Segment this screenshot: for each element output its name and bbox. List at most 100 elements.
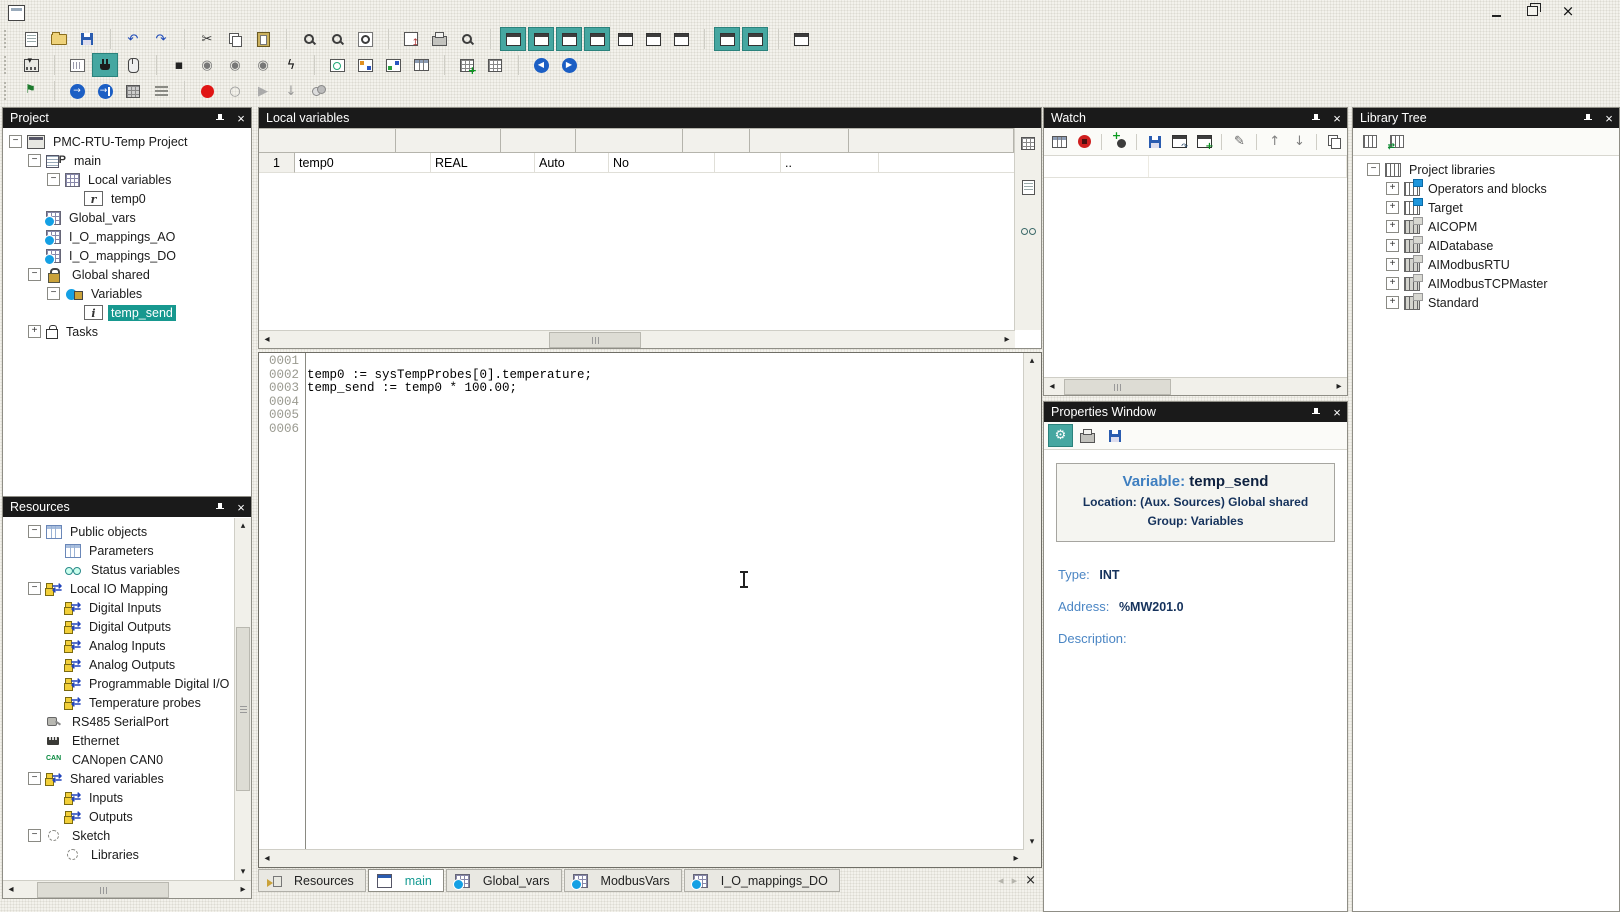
- board-setup-button[interactable]: [64, 53, 90, 77]
- tree-item[interactable]: Programmable Digital I/O: [3, 674, 235, 693]
- tree-item[interactable]: Libraries: [3, 845, 235, 864]
- tree-item[interactable]: Analog Outputs: [3, 655, 235, 674]
- toggle-config-window-button[interactable]: [640, 27, 666, 51]
- expander-icon[interactable]: −: [28, 268, 41, 281]
- tree-item[interactable]: + Operators and blocks: [1361, 179, 1619, 198]
- navigate-forward-button[interactable]: ▶: [556, 53, 582, 77]
- tree-item[interactable]: + AIModbusTCPMaster: [1361, 274, 1619, 293]
- edit-symbol-button[interactable]: ✎: [1228, 130, 1251, 153]
- watch-column-header[interactable]: [1149, 156, 1330, 177]
- tree-item[interactable]: CANopen CAN0: [3, 750, 235, 769]
- load-watch-list-button[interactable]: [1168, 130, 1191, 153]
- scroll-right-icon[interactable]: ▸: [235, 881, 251, 897]
- tree-item[interactable]: RS485 SerialPort: [3, 712, 235, 731]
- object-properties-button[interactable]: ⚙: [1048, 424, 1073, 447]
- tree-item[interactable]: − Project libraries: [1361, 160, 1619, 179]
- restore-window-button[interactable]: [1523, 2, 1541, 20]
- menu-item[interactable]: [115, 10, 135, 16]
- export-object-button[interactable]: [398, 27, 424, 51]
- find-in-project-button[interactable]: [352, 27, 378, 51]
- expander-icon[interactable]: +: [1386, 201, 1399, 214]
- tree-item[interactable]: temp_send: [3, 303, 251, 322]
- tree-item[interactable]: Status variables: [3, 560, 235, 579]
- find-button[interactable]: [296, 27, 322, 51]
- cold-restart-button[interactable]: ◉: [194, 53, 220, 77]
- description-cell[interactable]: [879, 153, 1015, 173]
- tree-item[interactable]: + AICOPM: [1361, 217, 1619, 236]
- tree-item[interactable]: − Local variables: [3, 170, 251, 189]
- expander-icon[interactable]: +: [1386, 296, 1399, 309]
- move-up-button[interactable]: ↑: [1263, 130, 1286, 153]
- grid-column-header[interactable]: [750, 128, 849, 153]
- tree-item[interactable]: − Shared variables: [3, 769, 235, 788]
- disable-watch-button[interactable]: [1073, 130, 1096, 153]
- menu-item[interactable]: [95, 10, 115, 16]
- watch-column-header[interactable]: [1330, 156, 1347, 177]
- tree-item[interactable]: temp0: [3, 189, 251, 208]
- device-table-button[interactable]: [408, 53, 434, 77]
- tree-item[interactable]: + Target: [1361, 198, 1619, 217]
- tab-scroll-right-icon[interactable]: ▸: [1012, 874, 1018, 887]
- download-code-button[interactable]: [18, 53, 44, 77]
- address-cell[interactable]: Auto: [535, 153, 609, 173]
- grid-column-header[interactable]: [396, 128, 501, 153]
- scroll-right-icon[interactable]: ▸: [999, 331, 1015, 347]
- tree-item[interactable]: − Global shared: [3, 265, 251, 284]
- expander-icon[interactable]: −: [47, 287, 60, 300]
- scroll-right-icon[interactable]: ▸: [1008, 850, 1024, 866]
- menu-item[interactable]: [135, 10, 155, 16]
- resources-horizontal-scrollbar[interactable]: ◂ ▸: [3, 880, 251, 898]
- scrollbar-thumb[interactable]: [37, 882, 169, 898]
- select-mode-button[interactable]: [120, 53, 146, 77]
- tree-item[interactable]: + AIModbusRTU: [1361, 255, 1619, 274]
- insert-record-button[interactable]: [454, 53, 480, 77]
- menu-item[interactable]: [175, 10, 195, 16]
- redo-button[interactable]: ↷: [148, 27, 174, 51]
- document-tab[interactable]: main: [368, 869, 444, 892]
- pin-icon[interactable]: [1584, 113, 1594, 124]
- connect-button[interactable]: [92, 53, 118, 77]
- expander-icon[interactable]: +: [1386, 258, 1399, 271]
- toggle-status-window-button[interactable]: [788, 27, 814, 51]
- copy-button[interactable]: [222, 27, 248, 51]
- close-icon[interactable]: [235, 500, 247, 515]
- tree-item[interactable]: I_O_mappings_DO: [3, 246, 251, 265]
- save-project-button[interactable]: [74, 27, 100, 51]
- grid-column-header[interactable]: [501, 128, 576, 153]
- save-watch-list-button[interactable]: [1143, 130, 1166, 153]
- open-project-button[interactable]: [46, 27, 72, 51]
- expander-icon[interactable]: −: [1367, 163, 1380, 176]
- watch-view-button[interactable]: [1016, 220, 1040, 242]
- tree-item[interactable]: − Public objects: [3, 522, 235, 541]
- tab-close-icon[interactable]: ×: [1025, 873, 1036, 888]
- expander-icon[interactable]: +: [1386, 182, 1399, 195]
- expander-icon[interactable]: −: [28, 829, 41, 842]
- tree-item[interactable]: Parameters: [3, 541, 235, 560]
- close-icon[interactable]: [1603, 111, 1615, 126]
- pin-icon[interactable]: [1312, 113, 1322, 124]
- toolbar-grip[interactable]: [4, 56, 11, 74]
- tree-item[interactable]: + Tasks: [3, 322, 251, 341]
- play-recording-button[interactable]: ▶: [250, 79, 276, 103]
- graphic-trigger-button[interactable]: [148, 79, 174, 103]
- tree-item[interactable]: + AIDatabase: [1361, 236, 1619, 255]
- type-cell[interactable]: REAL: [431, 153, 535, 173]
- toggle-project-window-button[interactable]: [500, 27, 526, 51]
- menu-item[interactable]: [215, 10, 235, 16]
- expander-icon[interactable]: +: [1386, 239, 1399, 252]
- live-debug-button[interactable]: →: [64, 79, 90, 103]
- expander-icon[interactable]: +: [1386, 277, 1399, 290]
- grid-horizontal-scrollbar[interactable]: ◂ ▸: [259, 330, 1015, 348]
- watch-column-header[interactable]: [1044, 156, 1149, 177]
- scroll-right-icon[interactable]: ▸: [1331, 378, 1347, 394]
- expander-icon[interactable]: −: [28, 525, 41, 538]
- pin-icon[interactable]: [1312, 407, 1322, 418]
- st-code-editor[interactable]: 0001 0002 temp0 := sysTempProbes[0].temp…: [258, 352, 1042, 868]
- new-project-button[interactable]: [18, 27, 44, 51]
- grid-column-header[interactable]: [683, 128, 750, 153]
- insert-symbol-button[interactable]: [1108, 130, 1131, 153]
- expander-icon[interactable]: +: [1386, 220, 1399, 233]
- multiple-download-button[interactable]: [352, 53, 378, 77]
- expander-icon[interactable]: −: [28, 582, 41, 595]
- tree-item[interactable]: − Local IO Mapping: [3, 579, 235, 598]
